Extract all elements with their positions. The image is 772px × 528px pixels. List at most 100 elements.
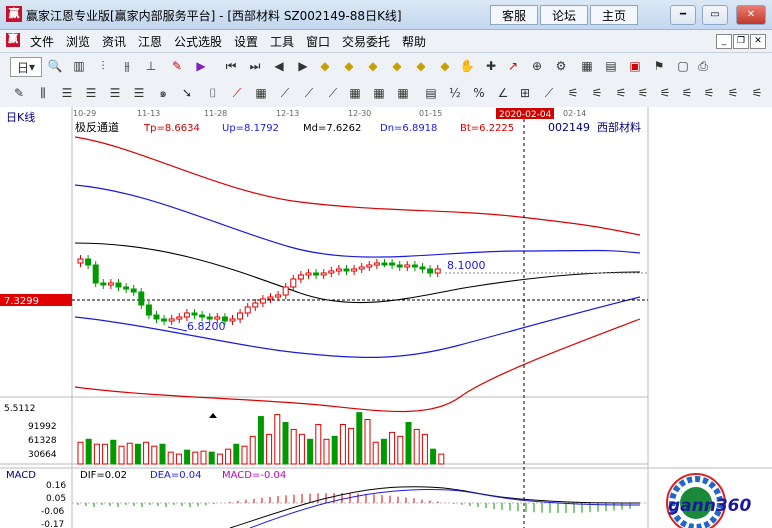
menu-browse[interactable]: 浏览 (66, 33, 90, 50)
save-icon[interactable]: ▣ (626, 57, 644, 75)
candle-body (77, 258, 84, 264)
gann-fan-icon[interactable]: ⟋ (540, 84, 558, 102)
fibo-icon-3[interactable]: ☰ (106, 84, 124, 102)
menu-trade[interactable]: 交易委托 (342, 33, 390, 50)
vol-axis-label: 30664 (28, 450, 57, 460)
fan-icon-4[interactable]: ⟋ (324, 84, 342, 102)
volume-bar (397, 435, 404, 465)
alert-icon[interactable]: ⚑ (650, 57, 668, 75)
spiral-icon[interactable]: ๑ (154, 84, 172, 102)
table-icon[interactable]: ▤ (422, 84, 440, 102)
homepage-link[interactable]: 主页 (590, 5, 638, 25)
candle-body (267, 296, 274, 300)
menu-help[interactable]: 帮助 (402, 33, 426, 50)
magnify-icon[interactable]: ⊕ (528, 57, 546, 75)
period-select-label: 日 (16, 60, 29, 75)
first-bar-icon[interactable]: ⏮ (222, 57, 240, 75)
menu-formula-select[interactable]: 公式选股 (174, 33, 222, 50)
box-icon-2[interactable]: ▦ (346, 84, 364, 102)
menu-file[interactable]: 文件 (30, 33, 54, 50)
gann-tool-icon-5[interactable]: ⚟ (656, 84, 674, 102)
maximize-button[interactable]: ▭ (702, 5, 728, 25)
crosshair-icon[interactable]: ✚ (482, 57, 500, 75)
candle-body (351, 268, 358, 272)
angle-icon[interactable]: ∠ (494, 84, 512, 102)
box-icon-4[interactable]: ▦ (394, 84, 412, 102)
draw-tool-icon[interactable]: ✎ (168, 57, 186, 75)
forum-link[interactable]: 论坛 (540, 5, 588, 25)
volume-bar (380, 438, 387, 465)
trend-icon[interactable]: ↗ (504, 57, 522, 75)
candle-chart-icon[interactable]: ▥ (70, 57, 88, 75)
volume-bar (151, 445, 158, 465)
last-bar-icon[interactable]: ⏭ (246, 57, 264, 75)
diamond-icon-5[interactable]: ◆ (412, 57, 430, 75)
diamond-icon-1[interactable]: ◆ (316, 57, 334, 75)
calendar-icon[interactable]: ▦ (578, 57, 596, 75)
bar-chart-icon[interactable]: ⫶ (94, 57, 112, 75)
grid-icon[interactable]: ▤ (602, 57, 620, 75)
ohlc-icon[interactable]: ⫵ (118, 57, 136, 75)
menu-window[interactable]: 窗口 (306, 33, 330, 50)
mdi-close-button[interactable]: ✕ (750, 34, 766, 49)
minimize-button[interactable]: ━ (670, 5, 696, 25)
fan-icon-1[interactable]: ⟋ (228, 84, 246, 102)
ratio-icon[interactable]: ½ (446, 84, 464, 102)
diamond-icon-4[interactable]: ◆ (388, 57, 406, 75)
volume-bar (307, 438, 314, 465)
print-icon[interactable]: ⎙ (694, 57, 712, 75)
mdi-minimize-button[interactable]: _ (716, 34, 732, 49)
service-link[interactable]: 客服 (490, 5, 538, 25)
zoom-icon[interactable]: 🔍 (46, 57, 64, 75)
scroll-right-icon[interactable]: ▶ (294, 57, 312, 75)
pen-icon[interactable]: ✎ (10, 84, 28, 102)
flag-icon[interactable]: ▶ (192, 57, 210, 75)
volume-bar (249, 435, 256, 465)
bottom-band-line (74, 318, 641, 413)
fibo-icon-2[interactable]: ☰ (82, 84, 100, 102)
box-icon-1[interactable]: ▦ (252, 84, 270, 102)
macd-label: MACD (6, 470, 36, 481)
diamond-icon-3[interactable]: ◆ (364, 57, 382, 75)
dif-line (229, 486, 641, 528)
gann-tool-icon-3[interactable]: ⚟ (612, 84, 630, 102)
menu-settings[interactable]: 设置 (234, 33, 258, 50)
candle-body (259, 298, 266, 304)
menu-info[interactable]: 资讯 (102, 33, 126, 50)
fibo-icon-1[interactable]: ☰ (58, 84, 76, 102)
menu-gann[interactable]: 江恩 (138, 33, 162, 50)
fan-icon-3[interactable]: ⟋ (300, 84, 318, 102)
close-button[interactable]: ✕ (736, 5, 766, 25)
diamond-icon-2[interactable]: ◆ (340, 57, 358, 75)
window-icon[interactable]: ▢ (674, 57, 692, 75)
candle-body (115, 282, 122, 288)
hand-icon[interactable]: ✋ (458, 57, 476, 75)
vlines-icon[interactable]: ⫼ (34, 84, 52, 102)
gann-tool-icon-9[interactable]: ⚟ (748, 84, 766, 102)
fibo-icon-4[interactable]: ☰ (130, 84, 148, 102)
fan-icon-2[interactable]: ⟋ (276, 84, 294, 102)
arrow-tool-icon[interactable]: ➘ (178, 84, 196, 102)
chart-canvas[interactable]: 10-29 11-13 11-28 12-13 12-30 01-15 02-1… (0, 107, 772, 528)
percent-icon[interactable]: % (470, 84, 488, 102)
box-icon-3[interactable]: ▦ (370, 84, 388, 102)
gann-tool-icon-2[interactable]: ⚟ (588, 84, 606, 102)
gann-tool-icon-8[interactable]: ⚟ (724, 84, 742, 102)
candle-body (161, 318, 168, 322)
mdi-restore-button[interactable]: ❐ (733, 34, 749, 49)
chart-area[interactable]: 10-29 11-13 11-28 12-13 12-30 01-15 02-1… (0, 107, 772, 528)
options-icon[interactable]: ⚙ (552, 57, 570, 75)
gann-tool-icon-6[interactable]: ⚟ (678, 84, 696, 102)
volume-bar (134, 443, 141, 465)
gann-tool-icon-1[interactable]: ⚟ (564, 84, 582, 102)
line-chart-icon[interactable]: ⊥ (142, 57, 160, 75)
period-select[interactable]: 日 ▾ (10, 57, 42, 77)
scroll-left-icon[interactable]: ◀ (270, 57, 288, 75)
candle-body (343, 268, 350, 272)
menu-tools[interactable]: 工具 (270, 33, 294, 50)
gann-tool-icon-7[interactable]: ⚟ (700, 84, 718, 102)
gann-tool-icon-4[interactable]: ⚟ (634, 84, 652, 102)
gann-box-icon[interactable]: ⊞ (516, 84, 534, 102)
bracket-icon[interactable]: ⌷ (204, 84, 222, 102)
diamond-icon-6[interactable]: ◆ (436, 57, 454, 75)
